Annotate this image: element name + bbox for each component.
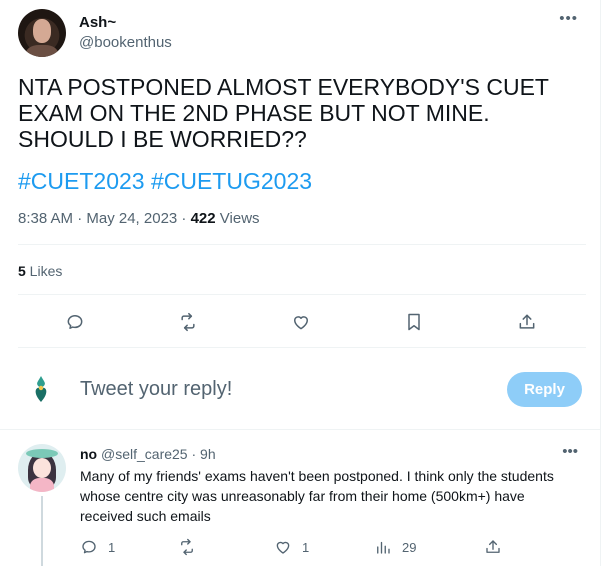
like-icon [276,541,290,554]
composer-avatar[interactable] [30,374,52,404]
views-count: 422 [190,210,216,227]
reply-retweet-button[interactable] [178,538,206,556]
author-display-name[interactable]: Ash~ [79,14,116,31]
author-handle[interactable]: @bookenthus [79,34,172,51]
share-button[interactable] [515,310,539,334]
retweet-icon [181,538,193,556]
like-button[interactable] [289,310,313,334]
avatar-face [33,458,51,478]
reply-text: Many of my friends' exams haven't been p… [80,468,554,524]
reply-timestamp[interactable]: · 9h [188,446,215,462]
reply-icon [82,540,96,554]
more-horizontal-icon[interactable]: ••• [559,11,578,26]
retweet-icon [181,312,195,332]
likes-label: Likes [25,263,63,279]
reply-views-button[interactable]: 29 [374,538,416,556]
reply-reply-count: 1 [108,539,116,555]
avatar-shirt [26,45,58,57]
thread-line [41,496,43,566]
divider [0,429,600,430]
reply-author-avatar[interactable] [18,444,66,492]
share-icon [486,540,500,553]
more-horizontal-icon[interactable]: ••• [562,443,578,460]
reply-author-name[interactable]: no [80,446,97,462]
tweet-meta: 8:38 AM · May 24, 2023 · 422 Views [18,210,260,227]
analytics-icon [377,541,390,554]
bookmark-button[interactable] [402,310,426,334]
tweet-detail-panel: Ash~ @bookenthus ••• NTA POSTPONED ALMOS… [0,0,601,566]
divider [18,244,586,245]
reply-input[interactable]: Tweet your reply! [80,378,232,401]
tweet-hashtags[interactable]: #CUET2023 #CUETUG2023 [18,168,312,194]
avatar-hat [26,449,58,458]
like-icon [294,316,308,330]
likes-stat[interactable]: 5 Likes [18,263,62,279]
tweet-header: Ash~ @bookenthus ••• [18,8,584,60]
likes-count: 5 [18,263,26,279]
share-icon [519,314,535,329]
tweet-text: NTA POSTPONED ALMOST EVERYBODY'S CUET EX… [18,74,549,152]
author-avatar[interactable] [18,9,66,57]
retweet-button[interactable] [176,310,200,334]
reply-header: no @self_care25 · 9h [80,446,216,462]
tweet-timestamp[interactable]: 8:38 AM · May 24, 2023 · [18,210,191,227]
reply-button[interactable] [63,310,87,334]
avatar-body [30,478,54,492]
reply-icon [67,315,83,329]
divider [18,294,586,295]
reply-submit-button[interactable]: Reply [507,372,582,407]
reply-author-handle[interactable]: @self_care25 [101,446,188,462]
reply-like-count: 1 [302,539,310,555]
avatar-face [33,19,51,43]
divider [18,347,586,348]
views-label: Views [215,210,260,227]
reply-views-count: 29 [402,539,417,555]
bookmark-icon [408,313,420,331]
reply-reply-button[interactable]: 1 [80,538,115,556]
reply-like-button[interactable]: 1 [274,538,309,556]
reply-share-button[interactable] [484,538,502,556]
